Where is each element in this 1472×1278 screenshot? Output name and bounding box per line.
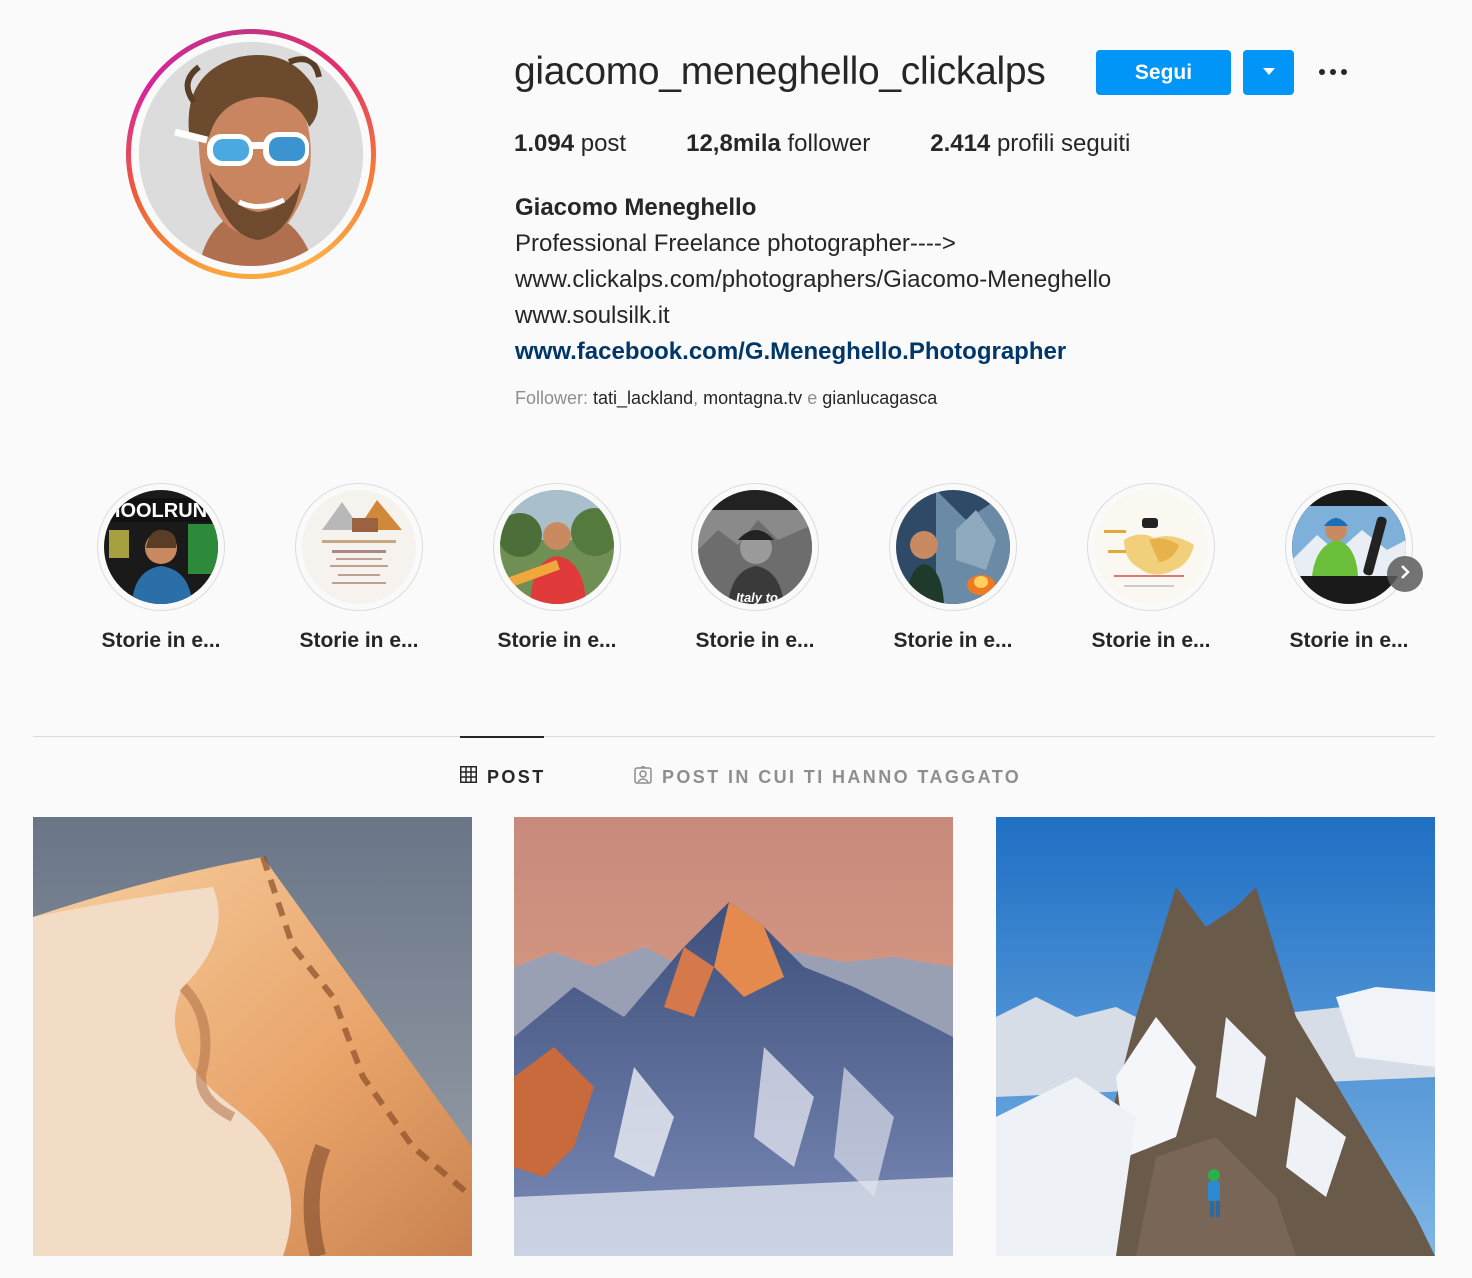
highlight-cover [302, 490, 416, 604]
tab-tagged[interactable]: POST IN CUI TI HANNO TAGGATO [634, 764, 1022, 789]
followers-label: follower [787, 130, 871, 157]
grid-icon [460, 766, 477, 788]
highlight-cover [896, 490, 1010, 604]
followed-by-separator: , [693, 388, 704, 408]
highlight-label: Storie in e... [1091, 629, 1211, 652]
highlight-label: Storie in e... [893, 629, 1013, 652]
followed-by[interactable]: Follower: tati_lackland, montagna.tv e g… [515, 388, 937, 409]
chevron-down-icon [1262, 65, 1276, 80]
profile-stats: 1.094 post 12,8mila follower 2.414 profi… [514, 130, 1190, 158]
highlight-label: Storie in e... [695, 629, 815, 652]
highlight-item[interactable]: Italy to Storie in e... [684, 483, 826, 653]
tab-posts-label: POST [487, 766, 546, 787]
dot [1319, 69, 1325, 75]
highlight-label: Storie in e... [1289, 629, 1409, 652]
profile-bio: Giacomo Meneghello Professional Freelanc… [515, 190, 1111, 370]
highlight-ring [493, 483, 621, 611]
highlight-cover: HOOLRUN [104, 490, 218, 604]
avatar-photo [139, 42, 363, 266]
highlight-banner-text: HOOLRUN [106, 500, 207, 522]
highlight-ring: Italy to [691, 483, 819, 611]
posts-stat: 1.094 post [514, 130, 626, 158]
avatar-ring-gap [131, 34, 371, 274]
highlight-ring [295, 483, 423, 611]
highlight-item[interactable]: Storie in e... [486, 483, 628, 653]
tagged-user-icon [634, 764, 652, 789]
tab-tagged-label: POST IN CUI TI HANNO TAGGATO [662, 767, 1022, 787]
tabs-divider [33, 736, 1435, 737]
profile-website-link[interactable]: www.facebook.com/G.Meneghello.Photograph… [515, 334, 1111, 370]
dot [1341, 69, 1347, 75]
highlights-next-button[interactable] [1387, 556, 1423, 592]
highlight-item[interactable]: Storie in e... [882, 483, 1024, 653]
highlight-cover: Italy to [698, 490, 812, 604]
followed-by-conjunction: e [802, 388, 823, 408]
dot [1330, 69, 1336, 75]
story-highlights: HOOLRUN Storie in e... Storie in e... St… [90, 483, 1430, 663]
highlight-label: Storie in e... [497, 629, 617, 652]
highlight-label: Storie in e... [101, 629, 221, 652]
highlight-cover [500, 490, 614, 604]
following-count: 2.414 [930, 130, 991, 157]
posts-count: 1.094 [514, 130, 575, 157]
following-label: profili seguiti [996, 130, 1131, 157]
tab-posts[interactable]: POST [460, 766, 546, 788]
more-options-icon[interactable] [1312, 58, 1354, 86]
followed-by-user[interactable]: tati_lackland [593, 388, 693, 408]
post-thumbnail[interactable] [514, 817, 953, 1256]
post-thumbnail[interactable] [33, 817, 472, 1256]
highlight-ring [1087, 483, 1215, 611]
followed-by-prefix: Follower: [515, 388, 594, 408]
posts-label: post [580, 130, 627, 157]
profile-username: giacomo_meneghello_clickalps [514, 50, 1046, 93]
followers-stat[interactable]: 12,8mila follower [686, 130, 870, 158]
followed-by-user[interactable]: montagna.tv [703, 388, 802, 408]
followers-count: 12,8mila [686, 130, 781, 157]
highlight-item[interactable]: Storie in e... [288, 483, 430, 653]
profile-avatar[interactable] [126, 29, 376, 279]
highlight-label: Storie in e... [299, 629, 419, 652]
suggested-dropdown-button[interactable] [1243, 50, 1294, 95]
highlight-ring [1285, 483, 1413, 611]
highlight-ring: HOOLRUN [97, 483, 225, 611]
highlight-cover [1094, 490, 1208, 604]
highlight-ring [889, 483, 1017, 611]
follow-button[interactable]: Segui [1096, 50, 1231, 95]
following-stat[interactable]: 2.414 profili seguiti [930, 130, 1130, 158]
post-thumbnail[interactable] [996, 817, 1435, 1256]
bio-line: www.clickalps.com/photographers/Giacomo-… [515, 266, 1112, 293]
bio-line: www.soulsilk.it [515, 302, 670, 329]
highlight-item[interactable]: Storie in e... [1080, 483, 1222, 653]
highlight-caption-text: Italy to [736, 590, 778, 604]
bio-line: Professional Freelance photographer----> [515, 230, 956, 257]
chevron-right-icon [1399, 564, 1411, 585]
highlight-item[interactable]: HOOLRUN Storie in e... [90, 483, 232, 653]
profile-full-name: Giacomo Meneghello [515, 194, 757, 221]
active-tab-indicator [460, 736, 544, 738]
highlight-cover [1292, 490, 1406, 604]
followed-by-user[interactable]: gianlucagasca [822, 388, 937, 408]
